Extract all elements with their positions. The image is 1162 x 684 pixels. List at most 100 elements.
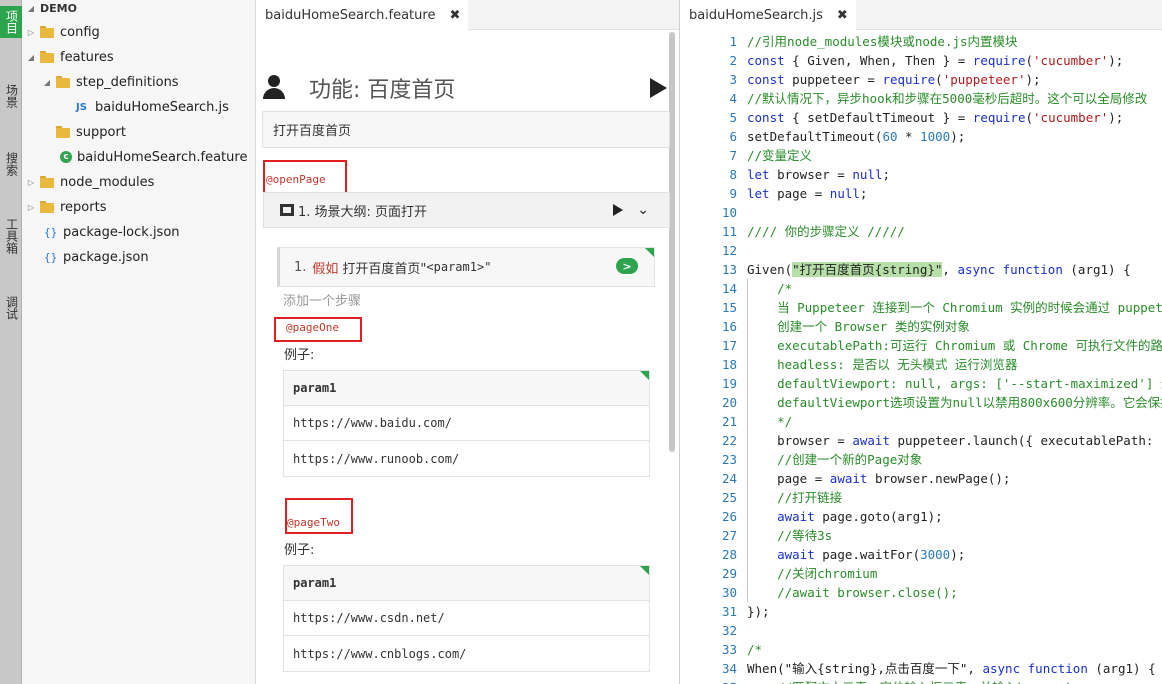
code-token: //等待3s [747,528,833,543]
examples-table: param1 https://www.csdn.net/ https://www… [283,565,650,672]
feature-header: 功能: 百度首页 [261,72,669,104]
folder-icon [56,126,70,138]
line-number: 35 [681,678,739,684]
activity-tab-debug[interactable]: 调试 [0,292,22,324]
line-number: 2 [729,53,737,68]
tree-item-label: config [60,24,100,40]
scenario-outline-header[interactable]: 1. 场景大纲: 页面打开 ⌄ [263,192,670,228]
vertical-scrollbar[interactable] [669,32,675,452]
tree-item-node-modules[interactable]: ▷ node_modules [22,171,256,193]
code-line: let browser = null; [747,165,1162,184]
code-token: //await browser.close(); [747,585,958,600]
activity-tab-project[interactable]: 项目 [0,6,22,38]
code-token: page.waitFor( [814,547,921,562]
tree-item-package-json[interactable]: {} package.json [22,246,256,268]
line-number: 8 [729,167,737,182]
code-token: const [747,53,785,68]
code-text-area[interactable]: //引用node_modules模块或node.js内置模块 const { Gi… [747,32,1162,684]
activity-tab-search[interactable]: 搜索 [0,148,22,180]
line-number: 12 [721,243,737,258]
code-line: //等待3s [747,526,1162,545]
tree-item-features[interactable]: ◢ features [22,46,256,68]
table-row[interactable]: https://www.csdn.net/ [284,601,649,636]
table-row[interactable]: https://www.baidu.com/ [284,406,649,441]
step-row[interactable]: 1. 假如 打开百度首页" <param1>" > [277,247,655,287]
activity-tab-label: 搜索 [4,152,19,176]
code-line: When("输入{string},点击百度一下", async function… [747,659,1162,678]
code-token: { setDefaultTimeout } = [784,110,973,125]
code-token: page.goto(arg1); [814,509,943,524]
tree-item-label: support [76,124,126,140]
line-number: 21 [721,414,737,429]
code-line: //打开链接 [747,488,1162,507]
code-token: null [852,167,883,182]
folder-icon [40,201,54,213]
examples-tag[interactable]: @pageTwo [287,516,340,529]
code-line: const { setDefaultTimeout } = require('c… [747,108,1162,127]
tree-item-baiduhomesearch-feature[interactable]: c baiduHomeSearch.feature [22,146,256,168]
code-token: ); [950,547,966,562]
code-token: { Given, When, Then } = [784,53,973,68]
run-feature-play-icon[interactable] [650,78,667,98]
film-icon [280,204,294,216]
run-scenario-play-icon[interactable] [613,204,623,216]
step-number: 1. [294,259,307,275]
code-token: headless: 是否以 无头模式 运行浏览器 [747,357,1018,372]
chevron-down-icon[interactable]: ⌄ [637,202,649,218]
code-token: const [747,72,785,87]
activity-tab-scenarios[interactable]: 场景 [0,80,22,112]
feature-title[interactable]: 功能: 百度首页 [309,72,455,104]
json-file-icon: {} [44,225,58,239]
line-number: 7 [729,148,737,163]
line-number: 5 [729,110,737,125]
code-tab-bar: baiduHomeSearch.js ✖ [681,0,1162,30]
code-token: When("输入{string},点击百度一下", [747,661,983,676]
code-token: ( [1025,53,1034,68]
code-line: Given("打开百度首页{string}", async function (… [747,260,1162,279]
table-row[interactable]: https://www.cnblogs.com/ [284,636,649,671]
code-editor: baiduHomeSearch.js ✖ 1 2 3 4 5 6 7 8 9 10 11 12 13 14… [681,0,1162,684]
line-number: 11 [721,224,737,239]
line-number: 30 [721,585,737,600]
line-number: 16 [721,319,737,334]
code-line: //创建一个新的Page对象 [747,450,1162,469]
examples-tag[interactable]: @pageOne [286,321,339,334]
tree-item-reports[interactable]: ▷ reports [22,196,256,218]
chevron-down-icon: ◢ [27,52,35,62]
tree-item-baiduhomesearch-js[interactable]: JS baiduHomeSearch.js [22,96,256,118]
tree-item-config[interactable]: ▷ config [22,21,256,43]
code-token: browser = [747,433,853,448]
folder-icon [40,51,54,63]
table-header[interactable]: param1 [284,566,649,601]
activity-tab-label: 场景 [4,84,19,108]
line-number: 29 [721,566,737,581]
tree-item-step-definitions[interactable]: ◢ step_definitions [22,71,256,93]
activity-tab-toolbox[interactable]: 工具箱 [0,214,22,258]
feature-description[interactable]: 打开百度首页 [262,111,670,148]
cucumber-feature-icon: c [60,151,72,163]
code-line: await page.waitFor(3000); [747,545,1162,564]
close-icon[interactable]: ✖ [449,8,460,23]
table-header[interactable]: param1 [284,371,649,406]
code-line: //await browser.close(); [747,583,1162,602]
code-token: 'puppeteer' [942,72,1026,87]
line-number: 31 [721,604,737,619]
add-step-link[interactable]: 添加一个步骤 [283,290,361,309]
tab-feature-file[interactable]: baiduHomeSearch.feature ✖ [257,0,469,30]
tree-item-support[interactable]: support [22,121,256,143]
tree-item-package-lock-json[interactable]: {} package-lock.json [22,221,256,243]
code-token: await [829,471,868,486]
close-icon[interactable]: ✖ [837,8,848,23]
code-token: puppeteer.launch({ executablePath: [890,433,1161,448]
code-line: defaultViewport: null, args: ['--start-m… [747,374,1162,393]
code-token: }); [747,604,770,619]
code-token: browser = [769,167,853,182]
table-row[interactable]: https://www.runoob.com/ [284,441,649,476]
feature-tag[interactable]: @openPage [266,173,326,186]
tab-js-file[interactable]: baiduHomeSearch.js ✖ [681,0,856,30]
go-to-definition-button[interactable]: > [616,258,638,274]
code-token: * [897,129,921,144]
explorer-root[interactable]: ◢ DEMO [22,0,256,16]
